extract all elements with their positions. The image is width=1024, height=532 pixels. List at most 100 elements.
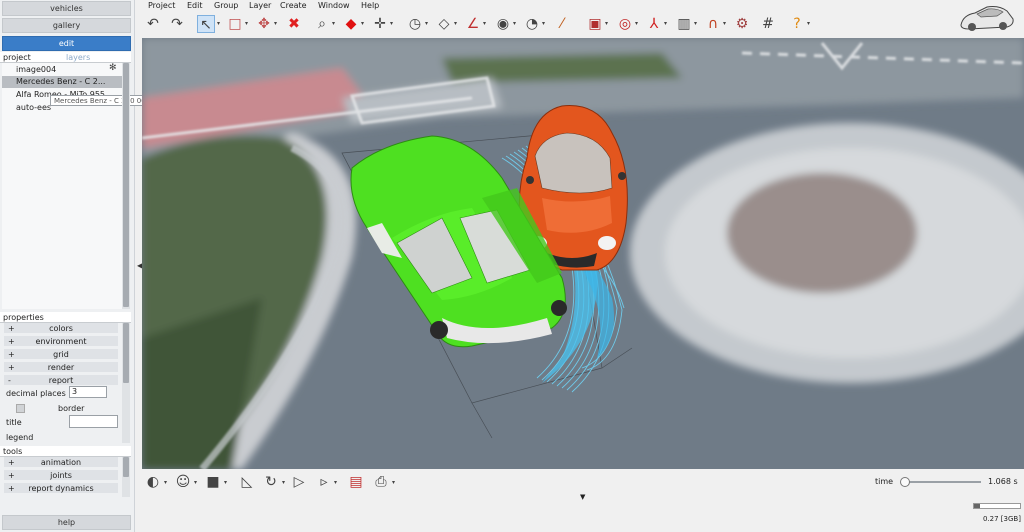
surface-icon[interactable]: ◇: [435, 15, 453, 33]
report-dynamics-section[interactable]: + report dynamics: [4, 483, 118, 494]
time-slider[interactable]: [900, 477, 981, 487]
path-dropdown-icon[interactable]: ▾: [282, 479, 285, 486]
render-section[interactable]: + render: [4, 362, 118, 373]
project-scrollbar[interactable]: [122, 63, 130, 309]
magnet-icon[interactable]: ∩: [704, 15, 722, 33]
surface-dropdown-icon[interactable]: ▾: [454, 20, 457, 27]
rectangle-dropdown-icon[interactable]: ▾: [245, 20, 248, 27]
left-panel: vehicles gallery edit project layers ima…: [0, 0, 155, 532]
menu-layer[interactable]: Layer: [249, 1, 271, 10]
select-dropdown-icon[interactable]: ▾: [217, 20, 220, 27]
menu-help[interactable]: Help: [361, 1, 379, 10]
scene-canvas[interactable]: [142, 38, 1024, 469]
decimal-places-label: decimal places: [6, 389, 66, 398]
print-icon[interactable]: ⎙: [371, 472, 391, 492]
menu-group[interactable]: Group: [214, 1, 238, 10]
gauge-icon[interactable]: ◔: [523, 15, 541, 33]
axes-dropdown-icon[interactable]: ▾: [664, 20, 667, 27]
grid-icon[interactable]: #: [759, 15, 777, 33]
transform-icon[interactable]: ✥: [255, 15, 273, 33]
undo-icon[interactable]: ↶: [144, 15, 162, 33]
border-checkbox[interactable]: [16, 404, 25, 413]
joints-section[interactable]: + joints: [4, 470, 118, 481]
environment-section[interactable]: + environment: [4, 336, 118, 347]
vehicles-button[interactable]: vehicles: [2, 1, 131, 16]
view-icon[interactable]: ▥: [675, 15, 693, 33]
help-dropdown-icon[interactable]: ▾: [807, 20, 810, 27]
expand-panel-icon[interactable]: ▼: [580, 493, 585, 501]
redo-icon[interactable]: ↷: [168, 15, 186, 33]
sphere-dropdown-icon[interactable]: ▾: [164, 479, 167, 486]
graph-icon[interactable]: ◺: [237, 472, 257, 492]
material-icon[interactable]: ■: [203, 472, 223, 492]
time-slider-handle[interactable]: [900, 477, 910, 487]
menu-create[interactable]: Create: [280, 1, 307, 10]
ruler-icon[interactable]: ⁄: [553, 15, 571, 33]
animation-section[interactable]: + animation: [4, 457, 118, 468]
measure-dropdown-icon[interactable]: ▾: [425, 20, 428, 27]
decimal-places-field[interactable]: 3: [69, 386, 107, 398]
edit-button[interactable]: edit: [2, 36, 131, 51]
properties-scrollbar[interactable]: [122, 323, 130, 443]
zoom-icon[interactable]: ⌕: [313, 15, 331, 33]
report-section[interactable]: - report: [4, 375, 118, 386]
3d-viewport[interactable]: [142, 38, 1024, 469]
toolbar: Project Edit Group Layer Create Window H…: [137, 0, 1024, 38]
properties-header: properties: [0, 312, 131, 323]
wheel-dropdown-icon[interactable]: ▾: [513, 20, 516, 27]
pan-icon[interactable]: ✛: [371, 15, 389, 33]
sphere-icon[interactable]: ◐: [143, 472, 163, 492]
target-dropdown-icon[interactable]: ▾: [635, 20, 638, 27]
measure-icon[interactable]: ◷: [406, 15, 424, 33]
material-dropdown-icon[interactable]: ▾: [224, 479, 227, 486]
play-icon[interactable]: ▷: [289, 472, 309, 492]
transform-dropdown-icon[interactable]: ▾: [274, 20, 277, 27]
head-dropdown-icon[interactable]: ▾: [194, 479, 197, 486]
camera-icon[interactable]: ▣: [586, 15, 604, 33]
help-icon[interactable]: ?: [788, 15, 806, 33]
legend-label: legend: [6, 433, 34, 442]
delete-icon[interactable]: ✖: [285, 15, 303, 33]
angle-dropdown-icon[interactable]: ▾: [483, 20, 486, 27]
menu-project[interactable]: Project: [148, 1, 175, 10]
angle-icon[interactable]: ∠: [464, 15, 482, 33]
wheel-icon[interactable]: ◉: [494, 15, 512, 33]
zoom-dropdown-icon[interactable]: ▾: [332, 20, 335, 27]
menu-window[interactable]: Window: [318, 1, 350, 10]
pan-dropdown-icon[interactable]: ▾: [390, 20, 393, 27]
path-icon[interactable]: ↻: [261, 472, 281, 492]
tools-header: tools: [0, 446, 131, 457]
step-dropdown-icon[interactable]: ▾: [334, 479, 337, 486]
gear-icon[interactable]: ✻: [109, 63, 117, 73]
view-dropdown-icon[interactable]: ▾: [694, 20, 697, 27]
report-icon[interactable]: ▤: [346, 472, 366, 492]
border-label: border: [58, 404, 85, 413]
tools-scrollbar[interactable]: [122, 457, 130, 497]
head-icon[interactable]: ☺: [173, 472, 193, 492]
grid-section[interactable]: + grid: [4, 349, 118, 360]
object-dropdown-icon[interactable]: ▾: [361, 20, 364, 27]
menu-edit[interactable]: Edit: [187, 1, 203, 10]
target-icon[interactable]: ◎: [616, 15, 634, 33]
gauge-dropdown-icon[interactable]: ▾: [542, 20, 545, 27]
title-field[interactable]: [69, 415, 118, 428]
bottom-toolbar: ◐ ▾ ☺ ▾ ■ ▾ ◺ ↻ ▾ ▷ ▹ ▾ ▤ ⎙ ▾ ▼ time 1.0…: [137, 469, 1024, 532]
memory-bar: [973, 503, 1021, 509]
select-icon[interactable]: ↖: [197, 15, 215, 33]
memory-status: 0.27 [3GB]: [983, 515, 1021, 523]
print-dropdown-icon[interactable]: ▾: [392, 479, 395, 486]
object-icon[interactable]: ◆: [342, 15, 360, 33]
camera-dropdown-icon[interactable]: ▾: [605, 20, 608, 27]
list-item[interactable]: image004: [2, 64, 122, 76]
settings-icon[interactable]: ⚙: [733, 15, 751, 33]
colors-section[interactable]: + colors: [4, 323, 118, 334]
list-item[interactable]: Mercedes Benz - C 2...: [2, 76, 122, 88]
rectangle-icon[interactable]: □: [226, 15, 244, 33]
gallery-button[interactable]: gallery: [2, 18, 131, 33]
car-logo-icon: [960, 6, 1014, 31]
tab-layers[interactable]: layers: [66, 53, 90, 62]
magnet-dropdown-icon[interactable]: ▾: [723, 20, 726, 27]
help-button[interactable]: help: [2, 515, 131, 530]
step-icon[interactable]: ▹: [314, 472, 334, 492]
axes-icon[interactable]: ⅄: [645, 15, 663, 33]
